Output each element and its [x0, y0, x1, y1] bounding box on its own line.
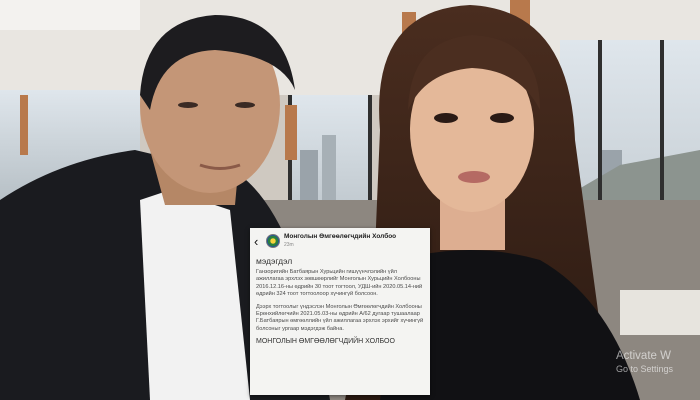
post-paragraph-2: Дээрх тогтоолыг үндэслэн Монголын Өмгөөл…	[256, 303, 424, 332]
watermark-line-2: Go to Settings	[616, 363, 674, 374]
post-signature: МОНГОЛЫН ӨМГӨӨЛӨГЧДИЙН ХОЛБОО	[256, 338, 395, 345]
screenshot-post-card: ‹ Монголын Өмгөөлөгчдийн Холбоо 23m мэдэ…	[250, 228, 430, 395]
post-header: ‹ Монголын Өмгөөлөгчдийн Холбоо 23m	[250, 228, 430, 254]
page-name: Монголын Өмгөөлөгчдийн Холбоо	[284, 233, 397, 241]
post-paragraph-1: Ганзоригийн Батбаярын Хурьцийн гишүүнчлэ…	[256, 269, 423, 298]
post-time: 23m	[284, 241, 294, 248]
page-meta: Монголын Өмгөөлөгчдийн Холбоо 23m	[284, 234, 396, 248]
page-avatar-icon	[266, 234, 280, 248]
watermark-line-1: Activate W	[616, 350, 671, 362]
windows-activation-watermark: Activate W Go to Settings	[616, 350, 673, 375]
back-arrow-icon[interactable]: ‹	[254, 234, 266, 249]
post-title: мэдэгдэл	[256, 256, 293, 266]
